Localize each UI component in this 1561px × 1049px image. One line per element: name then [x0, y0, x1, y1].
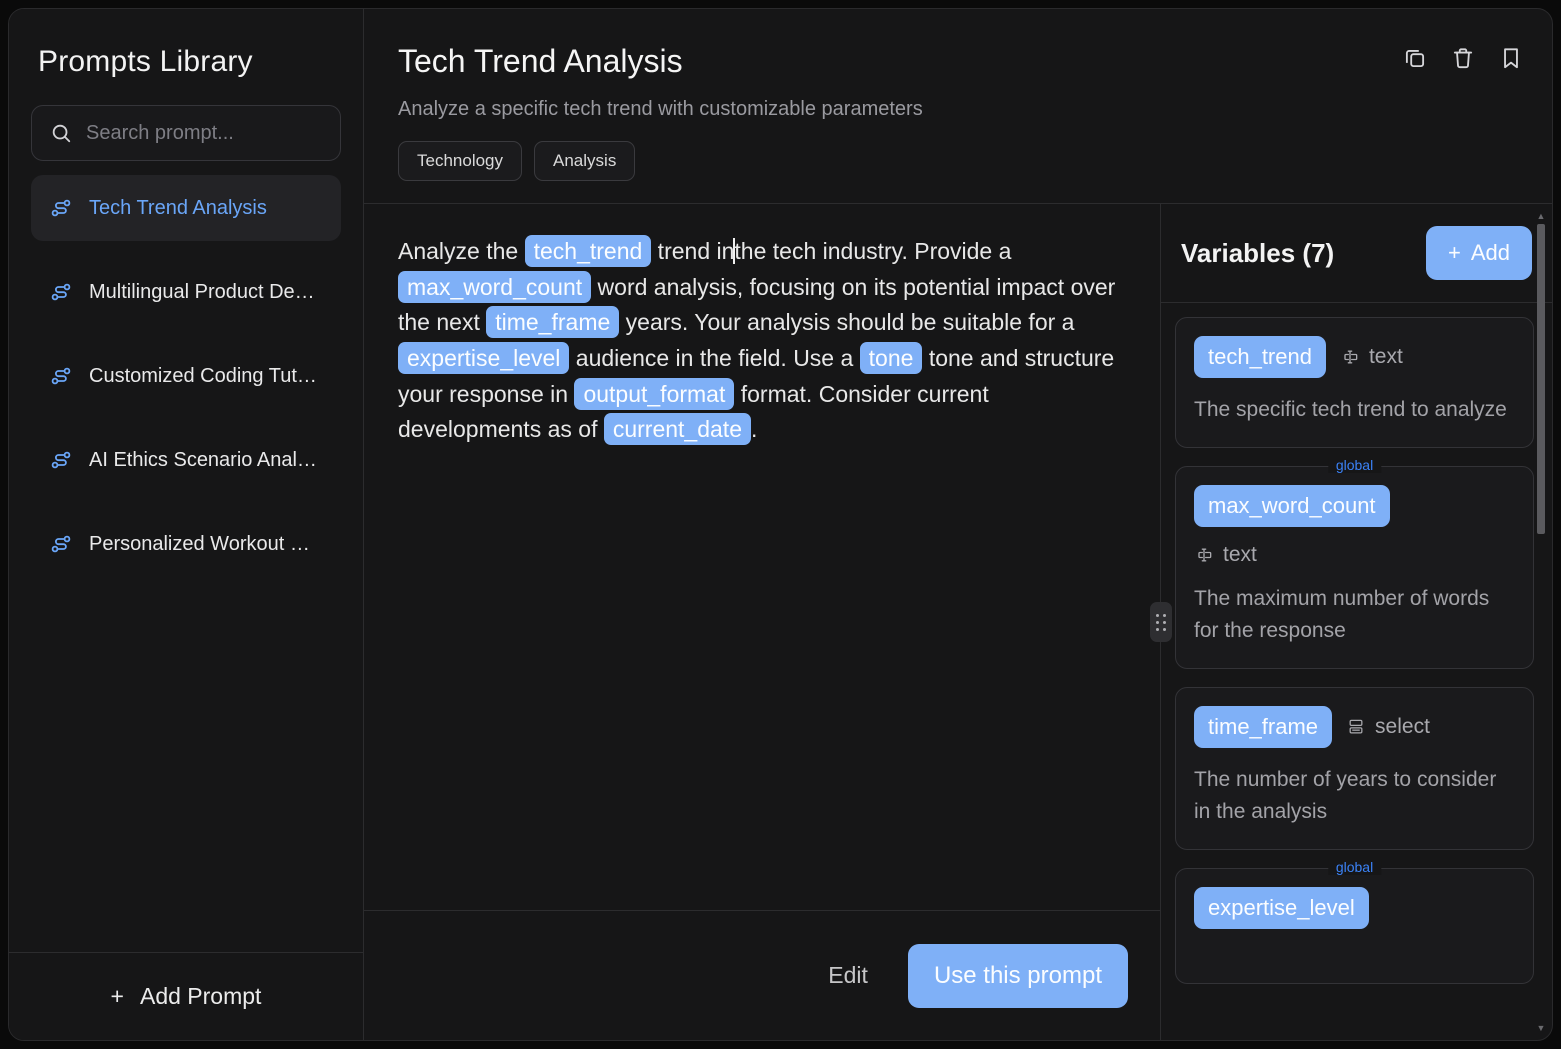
variable-type: text — [1194, 543, 1515, 567]
variables-scrollbar[interactable]: ▲ ▼ — [1535, 212, 1547, 1033]
plus-icon: + — [1447, 240, 1461, 265]
prompt-seg-text: years. Your analysis should be suitable … — [619, 309, 1075, 336]
variable-card-time_frame[interactable]: time_frame select The number of years to… — [1175, 686, 1534, 850]
copy-icon[interactable] — [1402, 45, 1428, 71]
variable-card-tech_trend[interactable]: tech_trend text The specific tech trend … — [1175, 317, 1534, 448]
sidebar-item-tech-trend-analysis[interactable]: Tech Trend Analysis — [31, 175, 341, 241]
prompt-editor-pane: Analyze the tech_trend trend inthe tech … — [364, 204, 1160, 1040]
variable-type-label: text — [1223, 542, 1257, 566]
prompt-action-bar: Edit Use this prompt — [364, 910, 1160, 1040]
variable-type: text — [1340, 345, 1403, 369]
workflow-icon — [49, 364, 73, 388]
variable-type-label: text — [1368, 345, 1403, 368]
add-variable-button[interactable]: + Add — [1425, 226, 1532, 280]
add-variable-label: Add — [1470, 240, 1510, 265]
workflow-icon — [49, 196, 73, 220]
workflow-icon — [49, 532, 73, 556]
sidebar-item-label: AI Ethics Scenario Anal… — [89, 448, 317, 471]
tag-technology[interactable]: Technology — [398, 141, 523, 181]
add-prompt-label: Add Prompt — [139, 983, 262, 1009]
prompt-header: Tech Trend Analysis Analyze a specific t… — [364, 9, 1552, 204]
app-window: Prompts Library Tech Trend — [8, 8, 1553, 1041]
prompt-var-expertise_level[interactable]: expertise_level — [398, 341, 570, 374]
workflow-icon — [49, 280, 73, 304]
sidebar-item-personalized-workout-p[interactable]: Personalized Workout P… — [31, 511, 341, 577]
prompt-list: Tech Trend Analysis Multilingual Product… — [9, 161, 363, 952]
panel-resize-handle[interactable] — [1150, 602, 1172, 642]
use-this-prompt-button[interactable]: Use this prompt — [907, 943, 1128, 1008]
plus-icon: + — [110, 983, 124, 1009]
prompt-var-max_word_count[interactable]: max_word_count — [398, 270, 592, 303]
sidebar-item-label: Multilingual Product De… — [89, 280, 315, 303]
prompt-title: Tech Trend Analysis — [398, 43, 683, 79]
main-panel: Tech Trend Analysis Analyze a specific t… — [364, 9, 1552, 1040]
variable-description: The maximum number of words for the resp… — [1194, 586, 1490, 643]
variables-list[interactable]: tech_trend text The specific tech trend … — [1161, 303, 1552, 1040]
global-badge: global — [1327, 456, 1382, 473]
search-input[interactable] — [86, 121, 351, 145]
sidebar-item-ai-ethics-scenario-anal[interactable]: AI Ethics Scenario Anal… — [31, 427, 341, 493]
text-input-icon — [1194, 545, 1214, 565]
variable-name: tech_trend — [1194, 336, 1326, 378]
variable-name: expertise_level — [1194, 886, 1369, 929]
scroll-up-arrow-icon[interactable]: ▲ — [1536, 212, 1546, 221]
variable-card-expertise_level[interactable]: global expertise_level — [1175, 858, 1534, 984]
search-container — [9, 79, 363, 161]
sidebar-item-multilingual-product-de[interactable]: Multilingual Product De… — [31, 259, 341, 325]
tag-analysis[interactable]: Analysis — [534, 141, 636, 181]
search-icon — [50, 122, 72, 144]
global-badge: global — [1327, 858, 1382, 875]
variables-title: Variables (7) — [1181, 237, 1335, 268]
workflow-icon — [49, 448, 73, 472]
prompt-var-tech_trend[interactable]: tech_trend — [524, 235, 652, 268]
variable-type-label: select — [1375, 714, 1430, 738]
prompt-subtitle: Analyze a specific tech trend with custo… — [398, 98, 923, 120]
edit-button[interactable]: Edit — [814, 952, 882, 999]
header-actions — [1402, 45, 1524, 71]
variables-header: Variables (7) + Add — [1161, 204, 1552, 303]
variable-description: The number of years to consider in the a… — [1194, 767, 1497, 824]
prompt-var-current_date[interactable]: current_date — [603, 413, 751, 446]
trash-icon[interactable] — [1450, 45, 1476, 71]
sidebar-item-customized-coding-tut[interactable]: Customized Coding Tut… — [31, 343, 341, 409]
page-title: Prompts Library — [38, 45, 253, 78]
add-prompt-button[interactable]: + Add Prompt — [9, 952, 363, 1040]
scroll-down-arrow-icon[interactable]: ▼ — [1536, 1024, 1546, 1033]
prompt-var-tone[interactable]: tone — [859, 341, 923, 374]
variable-card-max_word_count[interactable]: global max_word_count text The maximum n… — [1175, 456, 1534, 669]
prompt-seg-text: trend in — [651, 238, 735, 264]
variables-panel: Variables (7) + Add tech_trend text The … — [1150, 204, 1552, 1040]
variable-description: The specific tech trend to analyze — [1194, 398, 1507, 421]
prompt-seg-text: Analyze the — [398, 238, 525, 264]
scrollbar-thumb[interactable] — [1537, 224, 1545, 534]
prompt-seg-text: audience in the field. Use a — [569, 344, 860, 371]
select-list-icon — [1346, 717, 1366, 737]
variable-type: select — [1346, 715, 1430, 739]
text-input-icon — [1340, 347, 1360, 367]
variable-name: max_word_count — [1194, 484, 1390, 527]
sidebar-item-label: Customized Coding Tut… — [89, 364, 317, 387]
prompt-seg-text: . — [750, 416, 758, 443]
sidebar-item-label: Tech Trend Analysis — [89, 196, 267, 219]
sidebar: Prompts Library Tech Trend — [9, 9, 364, 1040]
search-box[interactable] — [31, 105, 351, 161]
variable-name: time_frame — [1194, 705, 1333, 748]
sidebar-item-label: Personalized Workout P… — [89, 532, 323, 555]
tag-list: Technology Analysis — [398, 141, 1522, 181]
bookmark-icon[interactable] — [1498, 45, 1524, 71]
prompt-seg-text: the tech industry. Provide a — [734, 238, 1012, 264]
prompt-var-time_frame[interactable]: time_frame — [486, 306, 620, 339]
drag-dots-icon — [1156, 613, 1166, 631]
prompt-var-output_format[interactable]: output_format — [574, 377, 735, 410]
prompt-text[interactable]: Analyze the tech_trend trend inthe tech … — [364, 204, 1160, 910]
main-body: Analyze the tech_trend trend inthe tech … — [364, 204, 1552, 1040]
